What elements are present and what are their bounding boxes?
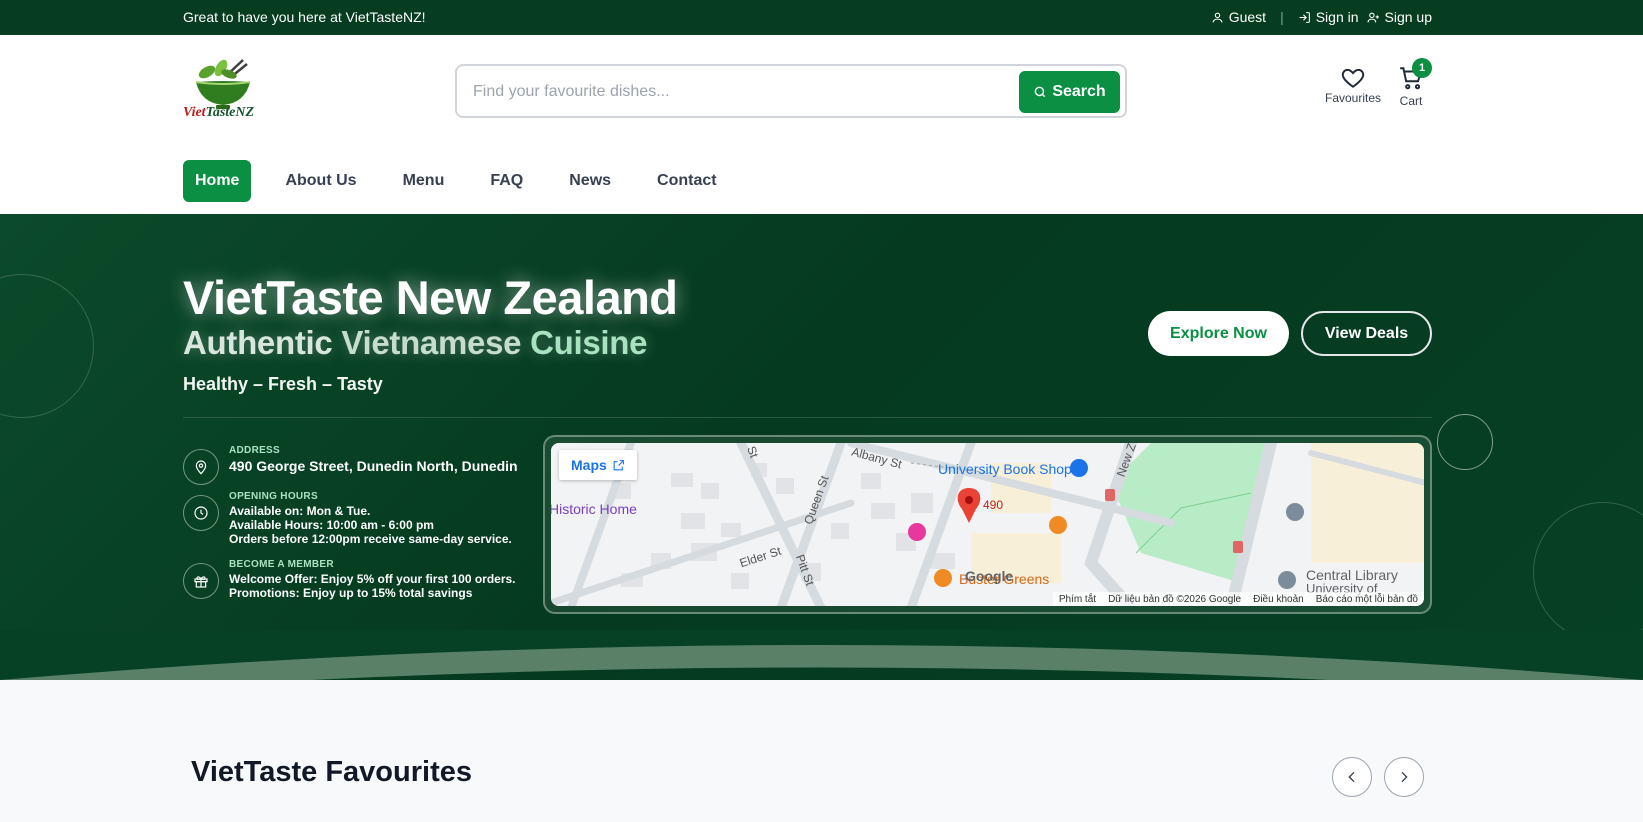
decorative-circle [1437,414,1493,470]
hours-line: Orders before 12:00pm receive same-day s… [229,532,512,546]
search-button-label: Search [1052,83,1106,100]
member-line: Welcome Offer: Enjoy 5% off your first 1… [229,572,516,586]
sign-up-link[interactable]: Sign up [1367,9,1432,25]
external-link-icon [613,459,624,470]
logo-viet: Viet [183,105,206,120]
open-in-maps-link[interactable]: Maps [559,450,637,480]
view-deals-button[interactable]: View Deals [1301,311,1432,356]
favourites-section: VietTaste Favourites [0,680,1643,822]
gift-icon [183,563,219,599]
nav-item-faq[interactable]: FAQ [478,160,535,202]
nav-item-contact[interactable]: Contact [645,160,729,202]
map-place-label[interactable]: University Book Shop [938,461,1072,477]
map-data-credit: Dữ liệu bản đồ ©2026 Google [1108,593,1242,605]
carousel-next-button[interactable] [1384,757,1424,797]
guest-label: Guest [1228,9,1267,25]
clock-icon [183,495,219,531]
hours-line: Available Hours: 10:00 am - 6:00 pm [229,518,434,532]
hero-subtitle: Authentic Vietnamese Cuisine [183,324,647,362]
search-icon [1034,86,1046,98]
nav-item-home[interactable]: Home [183,160,252,202]
chevron-right-icon [1401,771,1408,783]
decorative-circle [0,274,94,418]
search-input[interactable] [473,79,993,105]
hero-section: VietTaste New Zealand Authentic Vietname… [0,214,1643,694]
marker-label: 490 [983,498,1004,512]
welcome-message: Great to have you here at VietTasteNZ! [183,9,426,25]
separator: | [1280,9,1284,25]
hero-tagline: Healthy – Fresh – Tasty [183,374,383,394]
top-bar: Great to have you here at VietTasteNZ! G… [0,0,1643,35]
hero-divider [183,417,1432,418]
favourites-button[interactable]: Favourites [1325,65,1381,105]
address-info: ADDRESS 490 George Street, Dunedin North… [183,445,518,485]
subtitle-word: Cuisine [530,324,648,361]
hero-title: VietTaste New Zealand [183,271,678,324]
nav-item-news[interactable]: News [557,160,623,202]
sign-in-label: Sign in [1315,9,1359,25]
member-label: BECOME A MEMBER [229,559,334,570]
logo-wordmark[interactable]: VietTasteNZ [183,105,254,121]
subtitle-word: Authentic [183,324,333,361]
sign-up-label: Sign up [1384,9,1432,25]
logo-tastenz: TasteNZ [205,105,255,120]
explore-now-button[interactable]: Explore Now [1148,311,1289,356]
sign-in-icon [1299,11,1310,23]
map-report-link[interactable]: Báo cáo một lỗi bản đồ [1316,594,1418,605]
search-button[interactable]: Search [1019,71,1120,113]
nav-item-about-us[interactable]: About Us [273,160,368,202]
account-links: Guest | Sign in Sign up [1211,9,1432,25]
address-value: 490 George Street, Dunedin North, Dunedi… [229,458,518,474]
carousel-prev-button[interactable] [1332,757,1372,797]
subtitle-word: Vietnamese [341,324,522,361]
cart-label: Cart [1399,94,1423,108]
cart-button[interactable]: 1 Cart [1398,58,1432,108]
map-place-label[interactable]: Historic Home [551,501,637,517]
hours-line: Available on: Mon & Tue. [229,504,371,518]
chevron-left-icon [1348,771,1355,783]
nav-item-menu[interactable]: Menu [391,160,457,202]
embedded-map[interactable]: Maps 490 University Book Shop Historic H… [551,443,1424,606]
site-header: VietTasteNZ Search Favourites 1 Cart [0,35,1643,148]
guest-link[interactable]: Guest [1211,9,1266,25]
map-frame: Maps 490 University Book Shop Historic H… [543,435,1432,614]
hours-label: OPENING HOURS [229,491,318,502]
address-label: ADDRESS [229,445,280,456]
main-nav: Home About Us Menu FAQ News Contact [0,147,1643,214]
favourites-title: VietTaste Favourites [191,756,472,788]
map-shortcuts-link[interactable]: Phím tắt [1059,594,1096,605]
location-pin-icon [183,449,219,485]
sign-in-link[interactable]: Sign in [1298,9,1359,25]
decorative-circle [1533,502,1643,642]
maps-link-label: Maps [571,457,607,473]
user-icon [1212,12,1223,22]
map-footer: Phím tắt Dữ liệu bản đồ ©2026 Google Điề… [1052,592,1424,606]
search-bar: Search [455,64,1127,118]
user-plus-icon [1367,12,1379,22]
member-line: Promotions: Enjoy up to 15% total saving… [229,586,473,600]
member-info: BECOME A MEMBER Welcome Offer: Enjoy 5% … [183,559,516,600]
favourites-label: Favourites [1325,91,1382,105]
map-terms-link[interactable]: Điều khoản [1253,594,1304,605]
hours-info: OPENING HOURS Available on: Mon & Tue. A… [183,491,512,546]
google-logo: Google [965,568,1014,584]
heart-icon [1341,68,1365,88]
cart-count-badge: 1 [1412,58,1432,78]
